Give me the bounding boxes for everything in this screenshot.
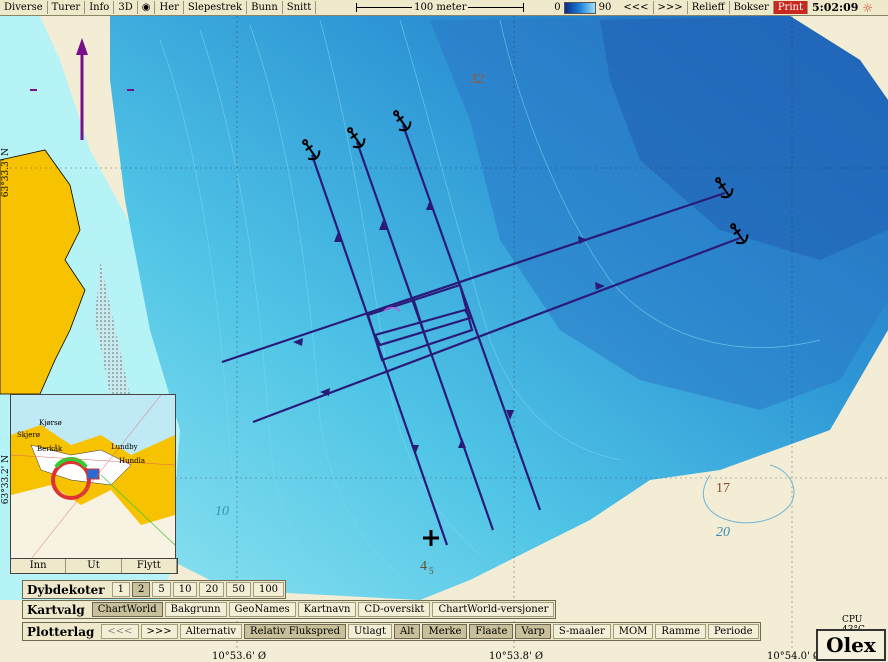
overview-buttons: Inn Ut Flytt <box>10 558 178 574</box>
plotter-merke[interactable]: Merke <box>422 624 468 639</box>
plotter-varp[interactable]: Varp <box>515 624 551 639</box>
chart-chartworld[interactable]: ChartWorld <box>91 602 163 617</box>
depth-gradient <box>563 1 596 14</box>
depth-color-scale: 0 90 <box>554 1 612 14</box>
depth-label-4: 4 <box>420 559 427 574</box>
depth-max: 90 <box>598 2 612 13</box>
depth-label-20: 20 <box>716 525 730 540</box>
olex-logo[interactable]: Olex <box>816 629 886 661</box>
chart-chartworld-versjoner[interactable]: ChartWorld-versjoner <box>432 602 555 617</box>
move-button[interactable]: Flytt <box>122 559 177 573</box>
zoom-out-button[interactable]: Ut <box>66 559 122 573</box>
plotter-next[interactable]: >>> <box>140 624 178 639</box>
contour-20[interactable]: 20 <box>199 582 225 597</box>
chart-geonames[interactable]: GeoNames <box>228 602 296 617</box>
menu-info[interactable]: Info <box>85 1 115 14</box>
menu-turer[interactable]: Turer <box>48 1 86 14</box>
depth-label-4-sub: 5 <box>429 566 434 576</box>
contour-100[interactable]: 100 <box>252 582 285 597</box>
menu-snitt[interactable]: Snitt <box>283 1 317 14</box>
plotter-s-maaler[interactable]: S-maaler <box>552 624 611 639</box>
chart-kartnavn[interactable]: Kartnavn <box>297 602 357 617</box>
contour-1[interactable]: 1 <box>111 582 130 597</box>
longitude-label-left: 10°53.6' Ø <box>212 651 267 662</box>
kartvalg-title: Kartvalg <box>27 602 85 617</box>
plotterlag-panel: Plotterlag <<< >>> Alternativ Relativ Fl… <box>22 622 761 641</box>
dybdekoter-title: Dybdekoter <box>27 582 105 597</box>
print-button[interactable]: Print <box>773 1 808 14</box>
inset-label: Berkåk <box>37 445 63 453</box>
longitude-label-right: 10°54.0' Ø <box>767 651 822 662</box>
dybdekoter-panel: Dybdekoter 1 2 5 10 20 50 100 <box>22 580 287 599</box>
scale-bar: 100 meter <box>356 1 525 14</box>
contour-5[interactable]: 5 <box>152 582 171 597</box>
overview-map[interactable]: Skjerø Kjørsø Berkåk Lundby Hundla <box>10 394 176 560</box>
plotterlag-title: Plotterlag <box>27 624 95 639</box>
chart-bakgrunn[interactable]: Bakgrunn <box>164 602 227 617</box>
plotter-periode[interactable]: Periode <box>708 624 759 639</box>
plotter-alt[interactable]: Alt <box>394 624 421 639</box>
inset-label: Kjørsø <box>39 419 62 427</box>
depth-label-10: 10 <box>215 504 229 519</box>
kartvalg-panel: Kartvalg ChartWorld Bakgrunn GeoNames Ka… <box>22 600 557 619</box>
plotter-prev[interactable]: <<< <box>101 624 139 639</box>
top-toolbar: Diverse Turer Info 3D ◉ Her Slepestrek B… <box>0 0 888 16</box>
menu-3d[interactable]: 3D <box>114 1 138 14</box>
plotter-mom[interactable]: MOM <box>612 624 654 639</box>
contour-10[interactable]: 10 <box>172 582 198 597</box>
menu-bokser[interactable]: Bokser <box>730 1 774 14</box>
chart-cd-oversikt[interactable]: CD-oversikt <box>358 602 431 617</box>
contour-50[interactable]: 50 <box>226 582 251 597</box>
plotter-ramme[interactable]: Ramme <box>655 624 707 639</box>
zoom-in-button[interactable]: Inn <box>11 559 67 573</box>
clock: 5:02:09 <box>812 1 859 14</box>
plotter-relativ-flukspred[interactable]: Relativ Flukspred <box>244 624 346 639</box>
longitude-label-mid: 10°53.8' Ø <box>489 651 544 662</box>
inset-label: Hundla <box>119 457 146 465</box>
plotter-flaate[interactable]: Flaate <box>469 624 514 639</box>
depth-min: 0 <box>554 2 561 13</box>
inset-label: Lundby <box>111 443 138 451</box>
depth-label-17: 17 <box>716 481 730 496</box>
plotter-utlagt[interactable]: Utlagt <box>347 624 392 639</box>
inset-label: Skjerø <box>17 431 40 439</box>
menu-her[interactable]: Her <box>155 1 184 14</box>
scale-label: 100 meter <box>412 2 469 13</box>
sun-icon: ☼ <box>862 0 874 15</box>
nav-next[interactable]: >>> <box>654 1 688 14</box>
menu-bunn[interactable]: Bunn <box>247 1 283 14</box>
plotter-alternativ[interactable]: Alternativ <box>179 624 243 639</box>
menu-diverse[interactable]: Diverse <box>0 1 48 14</box>
nav-prev[interactable]: <<< <box>619 1 654 14</box>
target-icon[interactable]: ◉ <box>138 1 156 14</box>
contour-2[interactable]: 2 <box>132 582 151 597</box>
latitude-label-top: 63°33.3' N <box>1 148 11 198</box>
depth-label-32: 32 <box>469 72 484 87</box>
menu-relieff[interactable]: Relieff <box>688 1 730 14</box>
menu-slepestrek[interactable]: Slepestrek <box>184 1 248 14</box>
